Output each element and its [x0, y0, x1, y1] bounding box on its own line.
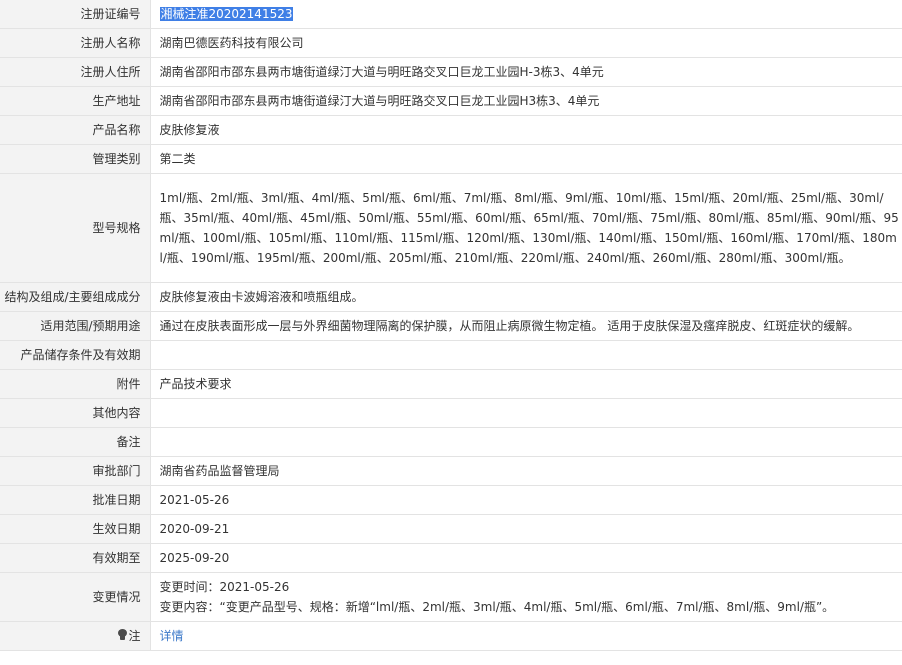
label-production-address: 生产地址 — [0, 86, 151, 116]
label-other-content: 其他内容 — [0, 398, 151, 428]
row-attachment: 附件 产品技术要求 — [0, 369, 902, 399]
value-remarks — [150, 427, 902, 457]
value-product-name: 皮肤修复液 — [150, 115, 902, 145]
row-product-name: 产品名称 皮肤修复液 — [0, 115, 902, 145]
label-structure: 结构及组成/主要组成成分 — [0, 282, 151, 312]
row-model-spec: 型号规格 1ml/瓶、2ml/瓶、3ml/瓶、4ml/瓶、5ml/瓶、6ml/瓶… — [0, 173, 902, 283]
label-structure-text: 结构及组成/主要组成成分 — [4, 290, 141, 304]
row-other-content: 其他内容 — [0, 398, 902, 428]
row-valid-until: 有效期至 2025-09-20 — [0, 543, 902, 573]
row-change-record: 变更情况 变更时间：2021-05-26 变更内容：“变更产品型号、规格：新增“… — [0, 572, 902, 622]
label-intended-use: 适用范围/预期用途 — [0, 311, 151, 341]
label-note: 注 — [0, 621, 151, 651]
label-change-record: 变更情况 — [0, 572, 151, 622]
value-change-record: 变更时间：2021-05-26 变更内容：“变更产品型号、规格：新增“lml/瓶… — [150, 572, 902, 622]
row-note: 注 详情 — [0, 621, 902, 651]
value-attachment: 产品技术要求 — [150, 369, 902, 399]
value-model-spec: 1ml/瓶、2ml/瓶、3ml/瓶、4ml/瓶、5ml/瓶、6ml/瓶、7ml/… — [150, 173, 902, 283]
row-storage: 产品储存条件及有效期 — [0, 340, 902, 370]
row-production-address: 生产地址 湖南省邵阳市邵东县两市塘街道绿汀大道与明旺路交叉口巨龙工业园H3栋3、… — [0, 86, 902, 116]
value-intended-use: 通过在皮肤表面形成一层与外界细菌物理隔离的保护膜，从而阻止病原微生物定植。 适用… — [150, 311, 902, 341]
row-intended-use: 适用范围/预期用途 通过在皮肤表面形成一层与外界细菌物理隔离的保护膜，从而阻止病… — [0, 311, 902, 341]
label-registrant-address: 注册人住所 — [0, 57, 151, 87]
row-registration-number: 注册证编号 湘械注准20202141523 — [0, 0, 902, 29]
label-approval-dept: 审批部门 — [0, 456, 151, 486]
selected-registration-number[interactable]: 湘械注准20202141523 — [159, 7, 294, 21]
row-registrant-address: 注册人住所 湖南省邵阳市邵东县两市塘街道绿汀大道与明旺路交叉口巨龙工业园H-3栋… — [0, 57, 902, 87]
value-registrant-name: 湖南巴德医药科技有限公司 — [150, 28, 902, 58]
change-content: 变更内容：“变更产品型号、规格：新增“lml/瓶、2ml/瓶、3ml/瓶、4ml… — [159, 600, 835, 614]
label-model-spec: 型号规格 — [0, 173, 151, 283]
label-product-name: 产品名称 — [0, 115, 151, 145]
value-other-content — [150, 398, 902, 428]
row-structure: 结构及组成/主要组成成分 皮肤修复液由卡波姆溶液和喷瓶组成。 — [0, 282, 902, 312]
row-registrant-name: 注册人名称 湖南巴德医药科技有限公司 — [0, 28, 902, 58]
label-registration-number: 注册证编号 — [0, 0, 151, 29]
value-approval-dept: 湖南省药品监督管理局 — [150, 456, 902, 486]
row-remarks: 备注 — [0, 427, 902, 457]
label-storage: 产品储存条件及有效期 — [0, 340, 151, 370]
value-approval-date: 2021-05-26 — [150, 485, 902, 515]
details-link[interactable]: 详情 — [160, 629, 184, 643]
label-remarks: 备注 — [0, 427, 151, 457]
label-registrant-name: 注册人名称 — [0, 28, 151, 58]
value-registrant-address: 湖南省邵阳市邵东县两市塘街道绿汀大道与明旺路交叉口巨龙工业园H-3栋3、4单元 — [150, 57, 902, 87]
value-production-address: 湖南省邵阳市邵东县两市塘街道绿汀大道与明旺路交叉口巨龙工业园H3栋3、4单元 — [150, 86, 902, 116]
value-valid-until: 2025-09-20 — [150, 543, 902, 573]
value-note: 详情 — [150, 621, 902, 651]
value-storage — [150, 340, 902, 370]
label-approval-date: 批准日期 — [0, 485, 151, 515]
label-effective-date: 生效日期 — [0, 514, 151, 544]
value-structure: 皮肤修复液由卡波姆溶液和喷瓶组成。 — [150, 282, 902, 312]
row-effective-date: 生效日期 2020-09-21 — [0, 514, 902, 544]
value-management-category: 第二类 — [150, 144, 902, 174]
label-note-text: 注 — [128, 629, 141, 643]
row-approval-date: 批准日期 2021-05-26 — [0, 485, 902, 515]
label-valid-until: 有效期至 — [0, 543, 151, 573]
registration-detail-table: 注册证编号 湘械注准20202141523 注册人名称 湖南巴德医药科技有限公司… — [0, 0, 902, 651]
value-effective-date: 2020-09-21 — [150, 514, 902, 544]
row-management-category: 管理类别 第二类 — [0, 144, 902, 174]
label-attachment: 附件 — [0, 369, 151, 399]
value-registration-number: 湘械注准20202141523 — [150, 0, 902, 29]
label-management-category: 管理类别 — [0, 144, 151, 174]
lightbulb-icon — [118, 629, 128, 641]
row-approval-dept: 审批部门 湖南省药品监督管理局 — [0, 456, 902, 486]
change-time: 变更时间：2021-05-26 — [159, 580, 290, 594]
